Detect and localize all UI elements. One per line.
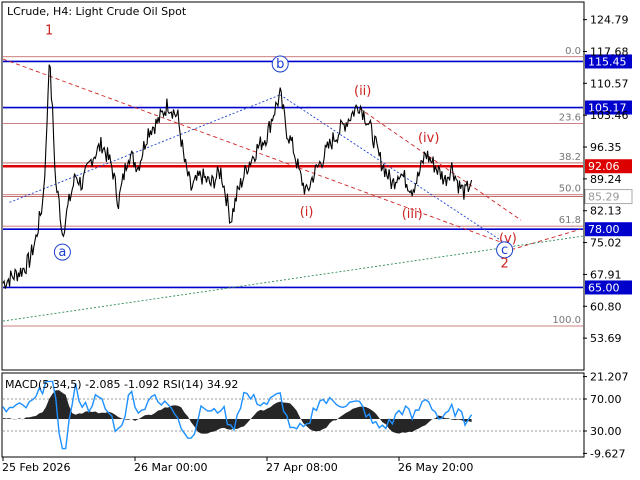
indicator-tick-label: -9.627 — [590, 447, 625, 460]
level-price-label: 65.00 — [588, 281, 620, 294]
price-tick-label: 96.35 — [590, 141, 622, 154]
time-tick-label: 27 Apr 08:00 — [266, 461, 338, 474]
price-tick-label: 82.13 — [590, 205, 622, 218]
indicator-tick-label: 70.00 — [590, 393, 622, 406]
wave-label: a — [58, 245, 66, 260]
fib-level-label: 23.6 — [559, 113, 581, 124]
level-price-label: 78.00 — [588, 223, 620, 236]
fib-level-label: 38.2 — [559, 152, 581, 163]
level-price-label: 92.06 — [588, 160, 620, 173]
time-tick-label: 26 Mar 00:00 — [134, 461, 207, 474]
price-chart[interactable]: 0.0 23.6 38.2 50.0 61.8 100.0 1 a b (ii) (iv) (i) (… — [0, 0, 640, 480]
wave-label: 2 — [500, 256, 508, 271]
wave-label: b — [276, 57, 284, 72]
price-tick-label: 53.69 — [590, 332, 622, 345]
price-tick-label: 117.68 — [590, 45, 629, 58]
fib-level-label: 0.0 — [565, 46, 581, 57]
price-tick-label: 67.91 — [590, 268, 622, 281]
symbol-label: LCrude, H4: Light Crude Oil Spot — [7, 5, 187, 18]
time-tick-label: 25 Feb 2026 — [2, 461, 70, 474]
fib-level-label: 100.0 — [552, 315, 581, 326]
level-price-label: 85.29 — [588, 191, 620, 204]
price-tick-label: 110.57 — [590, 77, 629, 90]
wave-label: 1 — [45, 23, 53, 38]
fib-level-label: 61.8 — [559, 215, 581, 226]
wave-label: (ii) — [354, 84, 371, 99]
price-tick-label: 124.79 — [590, 14, 629, 27]
wave-label: (iv) — [418, 131, 439, 146]
time-tick-label: 26 May 20:00 — [398, 461, 473, 474]
wave-label: (iii) — [402, 207, 423, 222]
price-tick-label: 75.02 — [590, 237, 622, 250]
indicator-tick-label: 30.00 — [590, 425, 622, 438]
indicator-tick-label: 21.207 — [590, 371, 629, 384]
chart-background — [0, 0, 640, 480]
wave-label: (i) — [300, 205, 314, 220]
fib-level-label: 50.0 — [559, 184, 581, 195]
indicator-label: MACD(5,34,5) -2.085 -1.092 RSI(14) 34.92 — [5, 378, 238, 391]
price-tick-label: 103.46 — [590, 109, 629, 122]
price-tick-label: 60.80 — [590, 300, 622, 313]
price-tick-label: 89.24 — [590, 173, 622, 186]
